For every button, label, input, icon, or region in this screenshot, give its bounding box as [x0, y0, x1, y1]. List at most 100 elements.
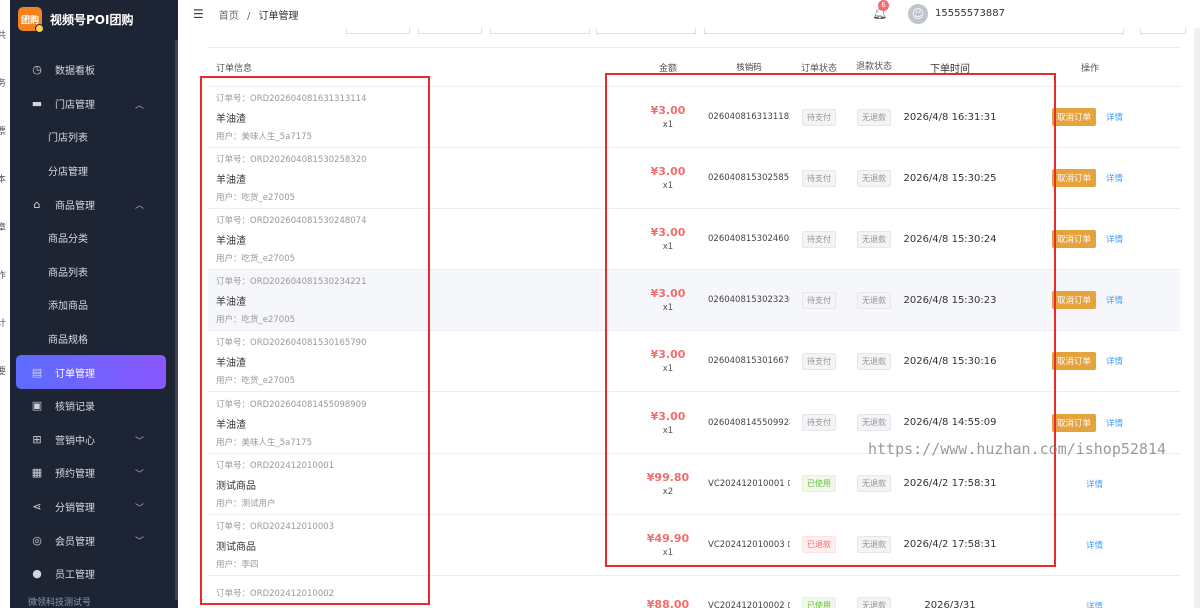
sidebar-item-label: 分销管理 [55, 503, 95, 515]
chevron-down-icon: ﹀ [134, 436, 144, 447]
bag-icon: ⌂ [33, 197, 41, 211]
logo-icon: 团购 [18, 7, 44, 33]
clipped-label: 要 [0, 367, 7, 377]
sidebar-item[interactable]: 商品规格 [10, 322, 178, 356]
sidebar-item-label: 门店管理 [55, 99, 95, 111]
chevron-down-icon: ﹀ [134, 503, 144, 514]
sidebar-menu: ◷ 数据看板 ▬ 门店管理 ︿ 门店列表分店管理 ⌂ 商品管理 ︿ 商品分类商品列表添加商品商品规… [10, 53, 178, 591]
sidebar-item[interactable]: ● 员工管理 [10, 557, 178, 591]
share-icon: ⋖ [32, 500, 42, 514]
cancel-order-button[interactable]: 取消订单 [1052, 108, 1097, 127]
page-scrollbar[interactable] [1194, 28, 1200, 608]
user-icon: ● [32, 567, 42, 581]
annotation-box-details [605, 73, 1056, 567]
detail-link[interactable]: 详情 [1106, 174, 1123, 184]
sidebar-account-label: 微领科技测试号 [28, 598, 92, 608]
sidebar-item-label: 商品规格 [48, 335, 88, 347]
sidebar-item[interactable]: 商品分类 [10, 221, 178, 255]
clipped-label: 计 [0, 319, 7, 329]
sidebar-item-label: 预约管理 [55, 469, 95, 481]
refund-cell: 无退款 [848, 597, 900, 608]
clipped-label: 务 [0, 79, 7, 89]
detail-link[interactable]: 详情 [1086, 480, 1103, 490]
app-title: 视频号POI团购 [50, 12, 134, 27]
clipped-label: 章 [0, 223, 7, 233]
col-code: 核销码 [736, 63, 762, 73]
status-badge: 已使用 [802, 597, 836, 608]
chevron-up-icon: ︿ [134, 201, 144, 212]
cancel-order-button[interactable]: 取消订单 [1052, 352, 1097, 371]
detail-link[interactable]: 详情 [1086, 541, 1103, 551]
sidebar-item[interactable]: ▣ 核销记录 [10, 389, 178, 423]
clipped-label: 本 [0, 175, 7, 185]
order-amount: ¥88.00 [646, 597, 690, 608]
col-refund: 退款状态 [855, 61, 892, 72]
breadcrumb-home[interactable]: 首页 [219, 11, 239, 22]
sidebar-item[interactable]: ▬ 门店管理 ︿ [10, 87, 178, 121]
sidebar-item[interactable]: ⊞ 营销中心 ﹀ [10, 423, 178, 457]
sidebar-item[interactable]: ◷ 数据看板 [10, 53, 178, 87]
clipped-label: 票 [0, 127, 7, 137]
cancel-order-button[interactable]: 取消订单 [1052, 291, 1097, 310]
detail-link[interactable]: 详情 [1086, 602, 1103, 608]
action-cell: 详情 [1000, 600, 1180, 608]
breadcrumb: 首页 / 订单管理 [218, 10, 299, 22]
sidebar-item-label: 订单管理 [55, 368, 95, 380]
sidebar-item-label: 数据看板 [55, 66, 95, 78]
chevron-up-icon: ︿ [134, 100, 144, 111]
code-cell: VC202412010002 [708, 601, 790, 608]
detail-link[interactable]: 详情 [1106, 357, 1123, 367]
sidebar-item[interactable]: 商品列表 [10, 255, 178, 289]
sidebar-item[interactable]: ⋖ 分销管理 ﹀ [10, 490, 178, 524]
sidebar-item[interactable]: ⌂ 商品管理 ︿ [10, 187, 178, 221]
clipped-label: 作 [0, 271, 7, 281]
sidebar-item-label: 核销记录 [55, 402, 95, 414]
sidebar-item-label: 门店列表 [48, 133, 88, 145]
username[interactable]: 15555573887 [935, 8, 1005, 19]
col-status: 订单状态 [800, 63, 837, 74]
calendar-icon: ▦ [31, 466, 43, 480]
sidebar-item[interactable]: 添加商品 [10, 288, 178, 322]
detail-link[interactable]: 详情 [1106, 113, 1123, 123]
sidebar-item-label: 营销中心 [55, 435, 95, 447]
cancel-order-button[interactable]: 取消订单 [1052, 230, 1097, 249]
sidebar-scrollbar[interactable] [175, 40, 178, 600]
sidebar-item-label: 添加商品 [48, 301, 88, 313]
sidebar-item[interactable]: ▦ 预约管理 ﹀ [10, 456, 178, 490]
cancel-order-button[interactable]: 取消订单 [1052, 169, 1097, 188]
store-icon: ▬ [31, 96, 43, 110]
sidebar-item[interactable]: 门店列表 [10, 120, 178, 154]
sidebar-item[interactable]: ◎ 会员管理 ﹀ [10, 523, 178, 557]
detail-link[interactable]: 详情 [1106, 235, 1123, 245]
breadcrumb-current: 订单管理 [258, 10, 299, 22]
logo[interactable]: 团购 视频号POI团购 [10, 0, 178, 38]
watermark: https://www.huzhan.com/ishop52814 [868, 440, 1167, 458]
filter-bar-edge [178, 28, 1200, 36]
refund-badge: 无退款 [857, 597, 891, 608]
clipped-label: 共 [0, 31, 7, 41]
sidebar: 团购 视频号POI团购 ◷ 数据看板 ▬ 门店管理 ︿ 门店列表分店管理 ⌂ 商品管理 ︿ 商品分… [10, 0, 178, 608]
document-icon: ▤ [31, 365, 43, 379]
detail-link[interactable]: 详情 [1106, 296, 1123, 306]
gift-icon: ⊞ [32, 432, 42, 446]
status-cell: 已使用 [790, 597, 848, 608]
sidebar-item-label: 商品分类 [48, 234, 88, 246]
cancel-order-button[interactable]: 取消订单 [1052, 413, 1097, 432]
sidebar-item[interactable]: 分店管理 [10, 154, 178, 188]
top-header: ☰ 首页 / 订单管理 [178, 0, 1200, 28]
annotation-box-order-info [200, 76, 430, 605]
clipped-left-panel: 共务票本章作计要 [0, 0, 10, 608]
verify-code: VC202412010002 [708, 600, 785, 608]
menu-toggle-icon[interactable]: ☰ [193, 7, 204, 21]
sidebar-item-label: 商品列表 [48, 267, 88, 279]
col-amount: 金额 [658, 63, 677, 74]
verify-icon: ▣ [31, 399, 43, 413]
order-time: 2026/3/31 [924, 600, 976, 608]
detail-link[interactable]: 详情 [1106, 419, 1123, 429]
sidebar-item-label: 员工管理 [55, 570, 95, 582]
avatar[interactable]: ☺ [908, 4, 928, 24]
sidebar-item-label: 商品管理 [55, 200, 95, 212]
member-icon: ◎ [32, 533, 42, 547]
sidebar-item[interactable]: ▤ 订单管理 [16, 355, 166, 389]
col-action: 操作 [1080, 63, 1099, 74]
